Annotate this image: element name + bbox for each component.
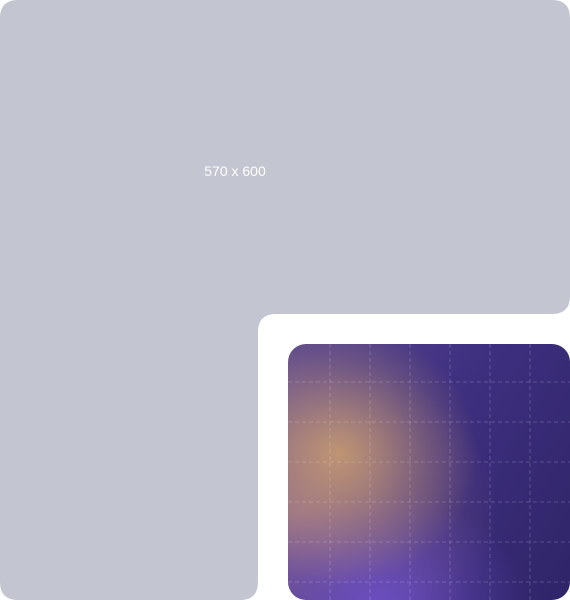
grid-lines [288,344,570,600]
placeholder-dimensions-label: 570 x 600 [204,163,266,179]
canvas: 570 x 600 [0,0,570,600]
gradient-grid-card [288,344,570,600]
